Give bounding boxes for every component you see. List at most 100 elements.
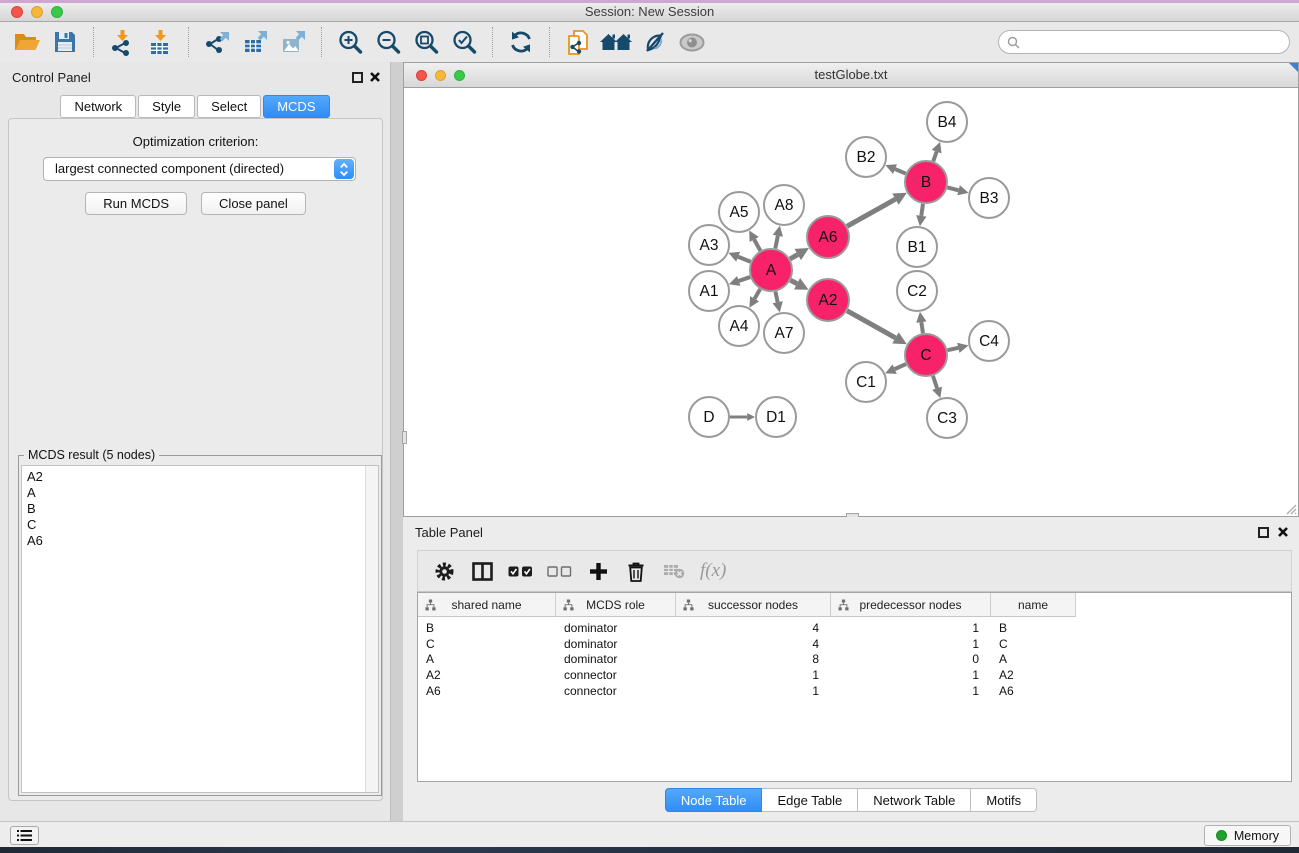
show-columns-button[interactable] xyxy=(470,557,494,585)
edge-arrowhead xyxy=(932,387,942,399)
mcds-result-title: MCDS result (5 nodes) xyxy=(24,448,159,462)
tab-network[interactable]: Network xyxy=(60,95,136,118)
search-input[interactable] xyxy=(1025,34,1281,51)
task-history-button[interactable] xyxy=(10,826,39,845)
import-network-button[interactable] xyxy=(103,25,141,59)
zoom-out-button[interactable] xyxy=(369,25,407,59)
function-builder-button[interactable]: f(x) xyxy=(700,557,726,585)
graph-node-label-A7: A7 xyxy=(775,325,794,342)
close-panel-button[interactable] xyxy=(369,71,381,83)
table-cell: dominator xyxy=(556,652,676,666)
table-tabs: Node TableEdge TableNetwork TableMotifs xyxy=(403,788,1299,812)
delete-table-button[interactable] xyxy=(662,557,686,585)
column-header-shared-name[interactable]: shared name xyxy=(418,593,556,617)
trash-icon xyxy=(627,561,645,582)
graph-edge-C-C3 xyxy=(933,376,937,388)
float-panel-button[interactable] xyxy=(352,72,363,83)
window-controls xyxy=(11,6,63,18)
table-row[interactable]: Cdominator41C xyxy=(418,636,1291,652)
attribute-tree-icon xyxy=(425,599,436,611)
graph-node-label-A: A xyxy=(766,262,777,279)
attribute-tree-icon xyxy=(563,599,574,611)
graph-edge-A6-B xyxy=(847,199,895,226)
tab-node-table[interactable]: Node Table xyxy=(665,788,763,812)
zoom-selected-button[interactable] xyxy=(445,25,483,59)
control-panel-tabs: NetworkStyleSelectMCDS xyxy=(0,95,390,118)
table-row[interactable]: Adominator80A xyxy=(418,651,1291,667)
close-panel-button-secondary[interactable]: Close panel xyxy=(201,192,306,215)
tab-network-table[interactable]: Network Table xyxy=(858,788,971,812)
table-row[interactable]: A2connector11A2 xyxy=(418,667,1291,683)
table-cell: 8 xyxy=(676,652,831,666)
attribute-tree-icon xyxy=(683,599,694,611)
control-panel-title: Control Panel xyxy=(12,70,91,85)
export-table-button[interactable] xyxy=(236,25,274,59)
close-table-panel-button[interactable] xyxy=(1277,526,1289,538)
zoom-in-button[interactable] xyxy=(331,25,369,59)
column-header-mcds-role[interactable]: MCDS role xyxy=(556,593,676,617)
import-table-button[interactable] xyxy=(141,25,179,59)
delete-columns-button[interactable] xyxy=(624,557,648,585)
minimize-window-button[interactable] xyxy=(31,6,43,18)
duplicate-network-icon xyxy=(566,29,591,56)
mcds-result-list-container: A2ABCA6 xyxy=(21,465,379,793)
network-window-titlebar[interactable]: testGlobe.txt xyxy=(403,62,1299,88)
zoom-window-button[interactable] xyxy=(51,6,63,18)
close-window-button[interactable] xyxy=(11,6,23,18)
export-image-button[interactable] xyxy=(274,25,312,59)
select-stepper[interactable] xyxy=(334,159,354,179)
tab-edge-table[interactable]: Edge Table xyxy=(762,788,858,812)
result-item[interactable]: A2 xyxy=(22,469,378,485)
home-button[interactable] xyxy=(597,25,635,59)
graph-node-label-A6: A6 xyxy=(819,229,838,246)
column-header-predecessor-nodes[interactable]: predecessor nodes xyxy=(831,593,991,617)
toolbar-separator xyxy=(93,27,94,57)
result-item[interactable]: A6 xyxy=(22,533,378,549)
hide-graphics-details-button[interactable] xyxy=(635,25,673,59)
left-resize-handle[interactable] xyxy=(402,431,407,444)
fit-content-button[interactable] xyxy=(407,25,445,59)
run-mcds-button[interactable]: Run MCDS xyxy=(85,192,187,215)
resize-grip-icon[interactable] xyxy=(1283,501,1297,515)
column-header-name[interactable]: name xyxy=(991,593,1076,617)
table-row[interactable]: A6connector11A6 xyxy=(418,683,1291,699)
duplicate-network-button[interactable] xyxy=(559,25,597,59)
zoom-network-button[interactable] xyxy=(454,70,465,81)
minimize-network-button[interactable] xyxy=(435,70,446,81)
tab-mcds[interactable]: MCDS xyxy=(263,95,329,118)
birds-eye-view-button[interactable] xyxy=(673,25,711,59)
float-table-panel-button[interactable] xyxy=(1258,527,1269,538)
result-item[interactable]: B xyxy=(22,501,378,517)
search-box[interactable] xyxy=(998,30,1290,54)
column-header-successor-nodes[interactable]: successor nodes xyxy=(676,593,831,617)
status-bar: Memory xyxy=(0,821,1299,847)
refresh-icon xyxy=(508,29,534,55)
close-network-button[interactable] xyxy=(416,70,427,81)
zoom-out-icon xyxy=(375,29,402,55)
export-network-button[interactable] xyxy=(198,25,236,59)
tab-style[interactable]: Style xyxy=(138,95,195,118)
select-all-button[interactable] xyxy=(508,557,533,585)
save-session-button[interactable] xyxy=(46,25,84,59)
graph-node-label-C2: C2 xyxy=(907,283,927,300)
table-row[interactable]: Bdominator41B xyxy=(418,620,1291,636)
fit-content-icon xyxy=(413,29,440,55)
optimization-criterion-select[interactable]: largest connected component (directed) xyxy=(43,157,356,181)
result-item[interactable]: C xyxy=(22,517,378,533)
graph-node-label-A4: A4 xyxy=(730,318,749,335)
add-column-button[interactable] xyxy=(586,557,610,585)
table-options-button[interactable] xyxy=(432,557,456,585)
graph-edge-A-A6 xyxy=(790,255,798,259)
memory-button[interactable]: Memory xyxy=(1204,825,1291,846)
result-scrollbar[interactable] xyxy=(365,466,378,792)
result-item[interactable]: A xyxy=(22,485,378,501)
network-canvas[interactable]: B4B2BB3A5A8A6B1A3AA1C2A2A4A7C4CC1C3DD1 xyxy=(403,88,1299,517)
open-file-button[interactable] xyxy=(8,25,46,59)
graph-node-label-A1: A1 xyxy=(700,283,719,300)
graph-node-label-C1: C1 xyxy=(856,374,876,391)
deselect-all-button[interactable] xyxy=(547,557,572,585)
tab-select[interactable]: Select xyxy=(197,95,261,118)
tab-motifs[interactable]: Motifs xyxy=(971,788,1037,812)
graph-edge-A-A8 xyxy=(775,236,778,249)
refresh-layout-button[interactable] xyxy=(502,25,540,59)
